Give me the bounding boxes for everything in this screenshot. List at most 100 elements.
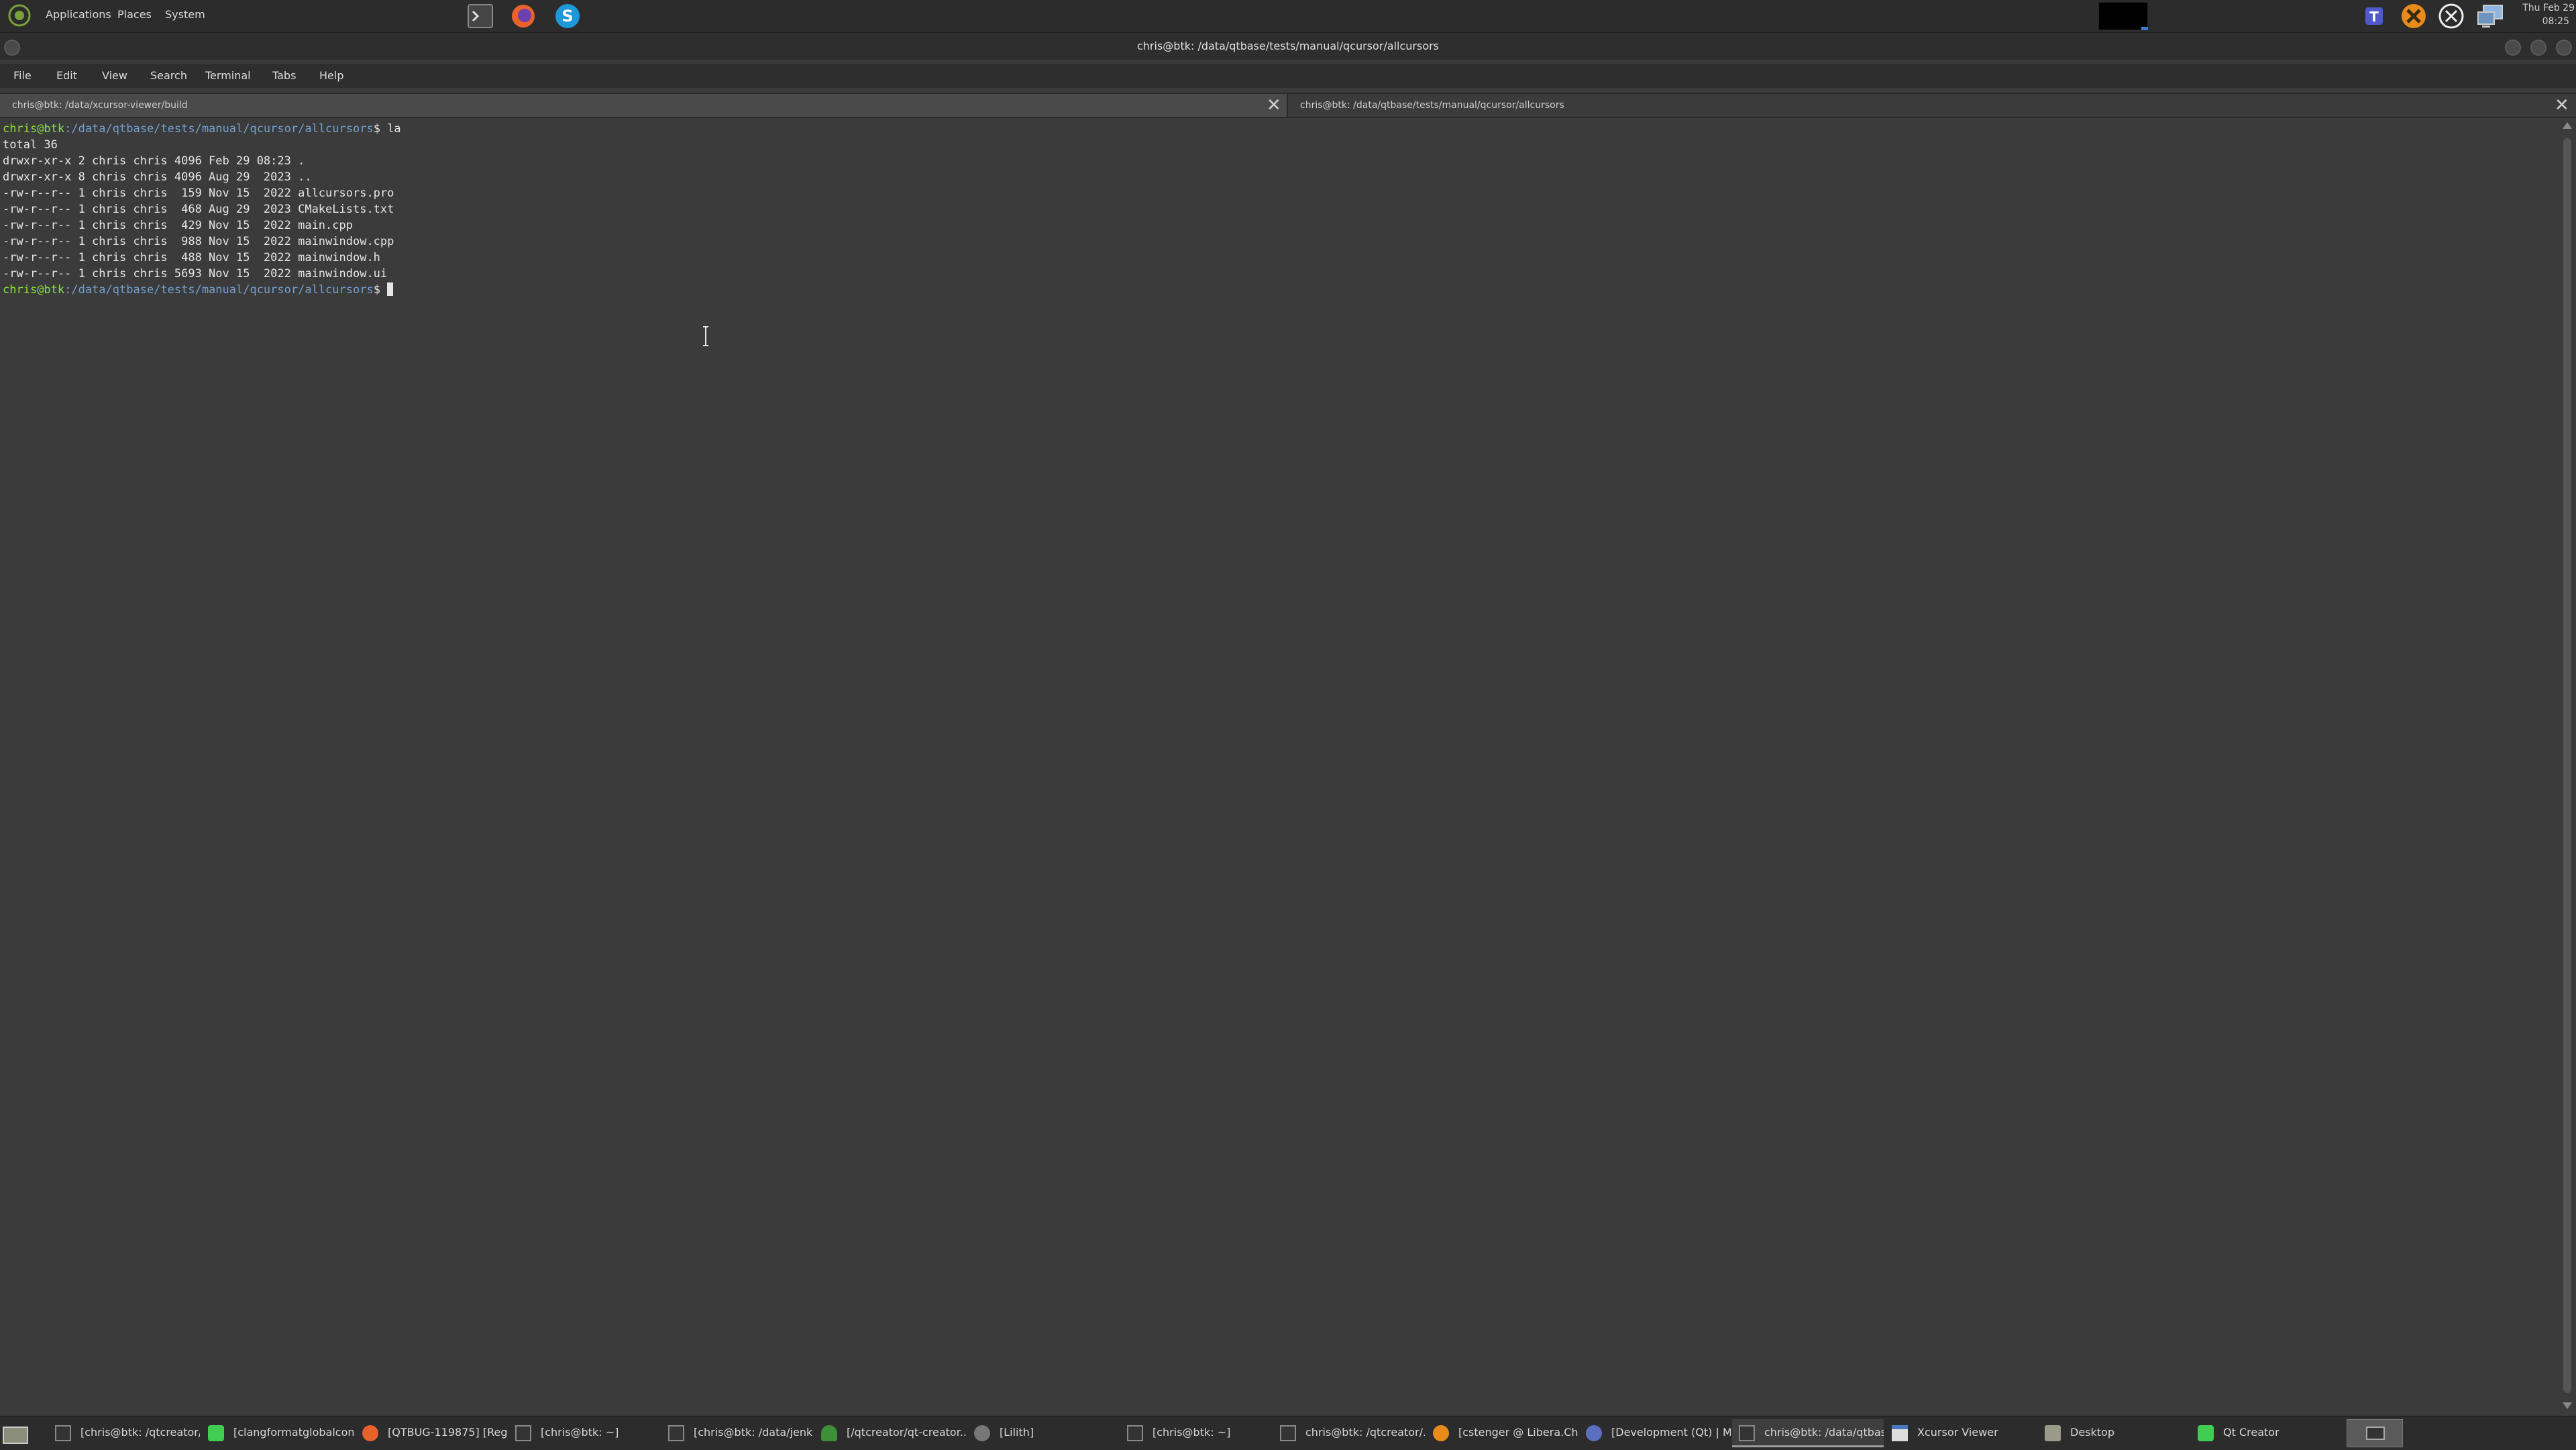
taskbar-task-qtbug[interactable]: [QTBUG-119875] [Reg... bbox=[356, 1419, 507, 1447]
output-line: drwxr-xr-x 2 chris chris 4096 Feb 29 08:… bbox=[3, 154, 305, 168]
tab-label: chris@btk: /data/xcursor-viewer/build bbox=[12, 100, 188, 111]
output-line: drwxr-xr-x 8 chris chris 4096 Aug 29 202… bbox=[3, 170, 312, 184]
task-label: Xcursor Viewer bbox=[1917, 1426, 1998, 1439]
svg-text:T: T bbox=[2369, 9, 2379, 25]
workspace-switcher[interactable] bbox=[2098, 2, 2148, 30]
hexchat-icon bbox=[1433, 1425, 1449, 1441]
prompt-line: chris@btk:/data/qtbase/tests/manual/qcur… bbox=[3, 121, 401, 137]
orange-x-icon[interactable] bbox=[2400, 3, 2427, 30]
taskbar-task-lilith[interactable]: [Lilith] bbox=[967, 1419, 1119, 1447]
minimize-button[interactable] bbox=[2505, 40, 2521, 56]
task-label: [chris@btk: ~] bbox=[1152, 1426, 1231, 1439]
tab-allcursors[interactable]: chris@btk: /data/qtbase/tests/manual/qcu… bbox=[1288, 94, 2576, 117]
menu-bar: File Edit View Search Terminal Tabs Help bbox=[0, 64, 2576, 88]
prompt-user: chris@btk bbox=[3, 283, 65, 297]
prompt-path: :/data/qtbase/tests/manual/qcursor/allcu… bbox=[64, 122, 374, 136]
output-line: total 36 bbox=[3, 138, 58, 152]
taskbar-task-home-terminal[interactable]: [chris@btk: ~] bbox=[508, 1419, 660, 1447]
task-label: [cstenger @ Libera.Ch... bbox=[1458, 1426, 1578, 1439]
close-window-button[interactable] bbox=[2556, 40, 2572, 56]
svg-text:S: S bbox=[561, 7, 573, 25]
taskbar-task-clangformat[interactable]: [clangformatglobalcon... bbox=[201, 1419, 354, 1447]
distro-logo-icon[interactable] bbox=[8, 4, 31, 27]
window-icon bbox=[1892, 1425, 1908, 1441]
scrollbar-thumb[interactable] bbox=[2563, 138, 2571, 1393]
prompt-path: :/data/qtbase/tests/manual/qcursor/allcu… bbox=[64, 283, 374, 297]
task-label: [clangformatglobalcon... bbox=[233, 1426, 354, 1439]
firefox-icon bbox=[362, 1425, 378, 1441]
taskbar-task-qtcreator-terminal[interactable]: [chris@btk: /qtcreator/... bbox=[48, 1419, 200, 1447]
menu-search[interactable]: Search bbox=[150, 69, 187, 82]
taskbar: [chris@btk: /qtcreator/... [clangformatg… bbox=[0, 1416, 2576, 1450]
taskbar-task-jenkins-terminal[interactable]: [chris@btk: /data/jenki... bbox=[661, 1419, 813, 1447]
taskbar-task-home-terminal-2[interactable]: [chris@btk: ~] bbox=[1120, 1419, 1272, 1447]
output-line: -rw-r--r-- 1 chris chris 159 Nov 15 2022… bbox=[3, 187, 394, 200]
workspace-indicator bbox=[2141, 27, 2148, 30]
system-menu[interactable]: System bbox=[165, 8, 205, 21]
qtcreator-icon bbox=[208, 1425, 224, 1441]
output-line: -rw-r--r-- 1 chris chris 988 Nov 15 2022… bbox=[3, 235, 394, 248]
show-desktop-icon[interactable] bbox=[3, 1425, 28, 1445]
menu-terminal[interactable]: Terminal bbox=[205, 69, 251, 82]
menu-view[interactable]: View bbox=[102, 69, 127, 82]
task-label: chris@btk: /qtcreator/... bbox=[1305, 1426, 1425, 1439]
clock-time[interactable]: 08:25 bbox=[2542, 16, 2569, 27]
close-tab-icon[interactable]: ✕ bbox=[1267, 97, 1281, 114]
disc-icon bbox=[974, 1425, 990, 1441]
taskbar-task-qt-creator[interactable]: Qt Creator bbox=[2191, 1419, 2343, 1447]
taskbar-task-allcursors-terminal[interactable]: chris@btk: /data/qtbas... bbox=[1732, 1419, 1884, 1447]
terminal-scrollbar[interactable] bbox=[2559, 119, 2576, 1414]
applications-menu[interactable]: Applications bbox=[46, 8, 111, 21]
teams-icon[interactable]: T bbox=[2363, 3, 2388, 29]
task-label: chris@btk: /data/qtbas... bbox=[1764, 1426, 1884, 1439]
folder-icon bbox=[2045, 1425, 2061, 1441]
taskbar-task-qtcreator-terminal-2[interactable]: chris@btk: /qtcreator/... bbox=[1273, 1419, 1425, 1447]
terminal-icon bbox=[1280, 1425, 1296, 1441]
tree-icon bbox=[821, 1425, 837, 1441]
terminal-icon bbox=[55, 1425, 71, 1441]
tab-label: chris@btk: /data/qtbase/tests/manual/qcu… bbox=[1300, 100, 1564, 111]
prompt-user: chris@btk bbox=[3, 122, 65, 136]
no-entry-icon[interactable] bbox=[2438, 3, 2465, 30]
menu-help[interactable]: Help bbox=[319, 69, 343, 82]
window-title-bar[interactable]: chris@btk: /data/qtbase/tests/manual/qcu… bbox=[0, 33, 2576, 60]
current-prompt-line: chris@btk:/data/qtbase/tests/manual/qcur… bbox=[3, 282, 394, 298]
scroll-down-arrow-icon[interactable] bbox=[2563, 1402, 2572, 1409]
menu-file[interactable]: File bbox=[13, 69, 32, 82]
task-label: [Lilith] bbox=[1000, 1426, 1034, 1439]
terminal-view[interactable]: chris@btk:/data/qtbase/tests/manual/qcur… bbox=[0, 119, 2559, 1414]
mouse-ibeam-cursor bbox=[703, 326, 708, 346]
qtcreator-icon bbox=[2198, 1425, 2214, 1441]
task-label: [QTBUG-119875] [Reg... bbox=[388, 1426, 507, 1439]
task-label: [Development (Qt) | M... bbox=[1611, 1426, 1731, 1439]
taskbar-task-desktop[interactable]: Desktop bbox=[2038, 1419, 2190, 1447]
scroll-up-arrow-icon[interactable] bbox=[2563, 122, 2572, 129]
workspace-pager[interactable] bbox=[2347, 1419, 2403, 1447]
task-label: [/qtcreator/qt-creator... bbox=[847, 1426, 966, 1439]
terminal-launcher-icon[interactable] bbox=[467, 3, 494, 29]
menu-edit[interactable]: Edit bbox=[56, 69, 77, 82]
window-title: chris@btk: /data/qtbase/tests/manual/qcu… bbox=[1136, 40, 1440, 52]
chat-icon bbox=[1586, 1425, 1602, 1441]
task-label: [chris@btk: ~] bbox=[541, 1426, 619, 1439]
output-line: -rw-r--r-- 1 chris chris 429 Nov 15 2022… bbox=[3, 219, 353, 232]
top-panel: Applications Places System S T Thu Feb 2… bbox=[0, 0, 2576, 33]
menu-tabs[interactable]: Tabs bbox=[272, 69, 296, 82]
terminal-icon bbox=[1127, 1425, 1143, 1441]
clock-date[interactable]: Thu Feb 29 bbox=[2522, 3, 2575, 13]
maximize-button[interactable] bbox=[2530, 40, 2546, 56]
terminal-icon bbox=[1739, 1425, 1755, 1441]
taskbar-task-qtcreator-tree[interactable]: [/qtcreator/qt-creator... bbox=[814, 1419, 966, 1447]
tab-xcursor-viewer-build[interactable]: chris@btk: /data/xcursor-viewer/build bbox=[0, 94, 1287, 117]
taskbar-task-xcursor-viewer[interactable]: Xcursor Viewer bbox=[1885, 1419, 2037, 1447]
terminal-icon bbox=[668, 1425, 684, 1441]
prompt-symbol: $ bbox=[373, 122, 388, 136]
firefox-icon[interactable] bbox=[510, 3, 537, 30]
close-tab-icon[interactable]: ✕ bbox=[2555, 97, 2569, 114]
places-menu[interactable]: Places bbox=[117, 8, 152, 21]
taskbar-task-hexchat[interactable]: [cstenger @ Libera.Ch... bbox=[1426, 1419, 1578, 1447]
network-icon[interactable] bbox=[2477, 3, 2506, 30]
taskbar-task-development-chat[interactable]: [Development (Qt) | M... bbox=[1579, 1419, 1731, 1447]
skype-icon[interactable]: S bbox=[554, 3, 581, 30]
command-text: la bbox=[387, 122, 401, 136]
